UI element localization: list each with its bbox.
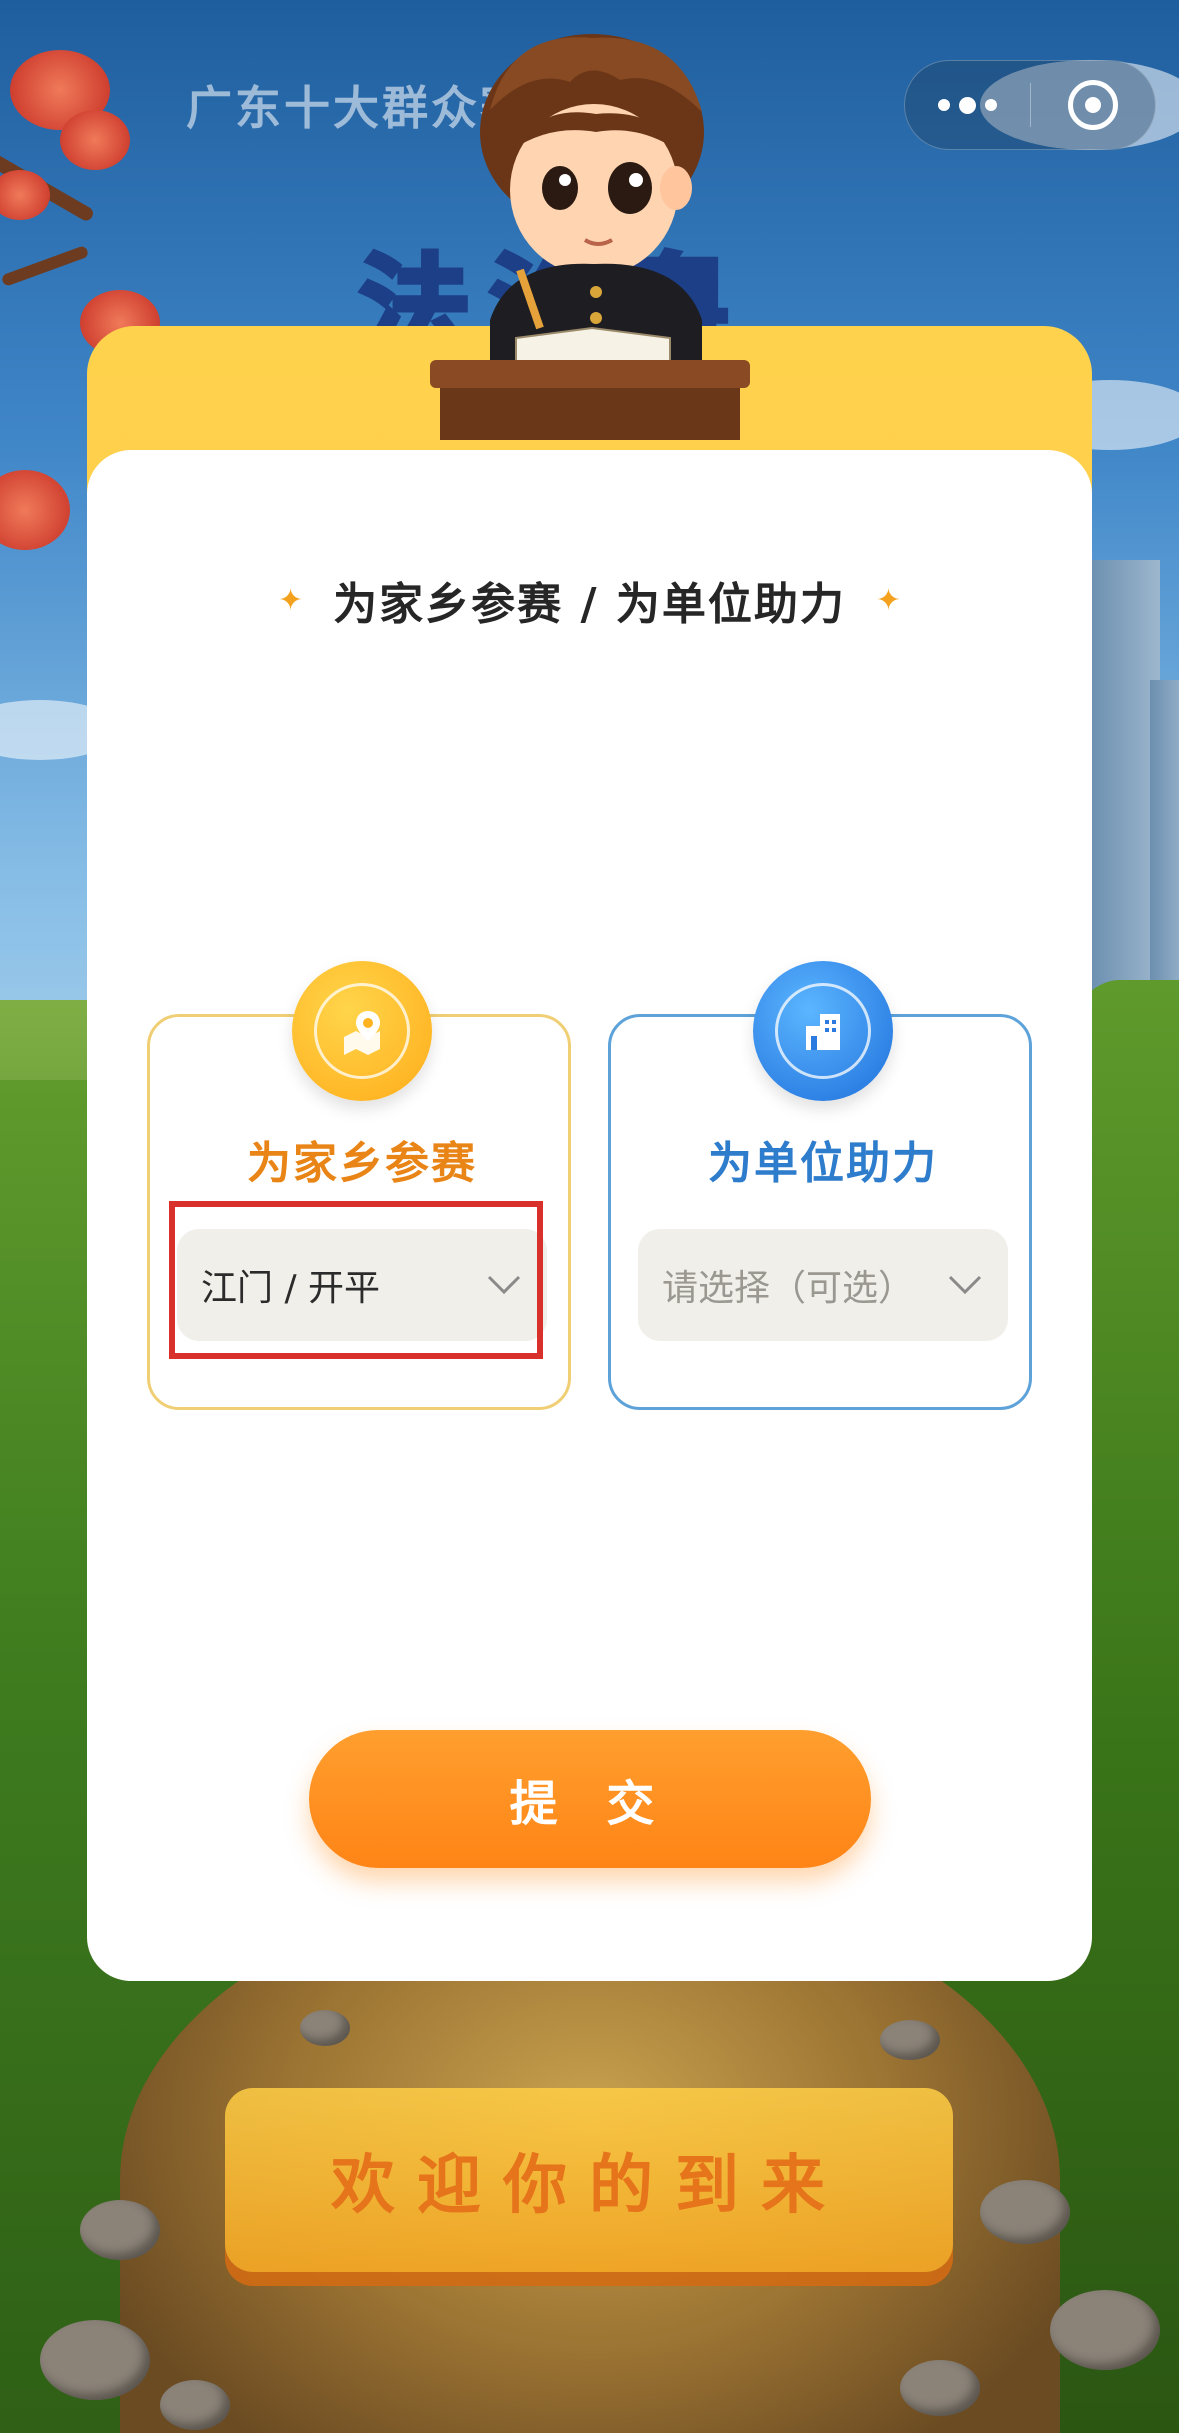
submit-button-label: 提 交 xyxy=(509,1776,671,1832)
capsule-menu xyxy=(904,60,1156,150)
close-circle-icon[interactable] xyxy=(1030,60,1155,150)
boy-writing-illustration xyxy=(430,34,750,440)
welcome-text: 欢迎你的到来 xyxy=(331,2149,847,2223)
chevron-down-icon xyxy=(948,1275,982,1295)
card-title: 为家乡参赛 / 为单位助力 xyxy=(333,579,846,630)
more-dots-icon[interactable] xyxy=(905,60,1030,150)
sparkle-right-icon: ✦ xyxy=(875,582,901,618)
map-location-icon xyxy=(292,961,432,1101)
hometown-select[interactable]: 江门 / 开平 xyxy=(177,1229,547,1341)
unit-select-placeholder: 请选择（可选） xyxy=(662,1268,915,1309)
option-unit-label: 为单位助力 xyxy=(708,1138,938,1189)
hometown-select-value: 江门 / 开平 xyxy=(201,1268,381,1309)
selection-card: ✦ 为家乡参赛 / 为单位助力 ✦ 为家乡参赛 江门 / 开平 为单位助力 请选… xyxy=(87,450,1092,1981)
building-icon xyxy=(753,961,893,1101)
welcome-banner: 欢迎你的到来 xyxy=(225,2088,953,2272)
unit-select[interactable]: 请选择（可选） xyxy=(638,1229,1008,1341)
option-hometown: 为家乡参赛 江门 / 开平 xyxy=(147,961,571,1410)
chevron-down-icon xyxy=(487,1275,521,1295)
option-hometown-label: 为家乡参赛 xyxy=(247,1138,477,1189)
sparkle-left-icon: ✦ xyxy=(278,582,304,618)
submit-button[interactable]: 提 交 xyxy=(309,1730,871,1868)
option-unit: 为单位助力 请选择（可选） xyxy=(608,961,1032,1410)
card-title-row: ✦ 为家乡参赛 / 为单位助力 ✦ xyxy=(87,568,1092,632)
